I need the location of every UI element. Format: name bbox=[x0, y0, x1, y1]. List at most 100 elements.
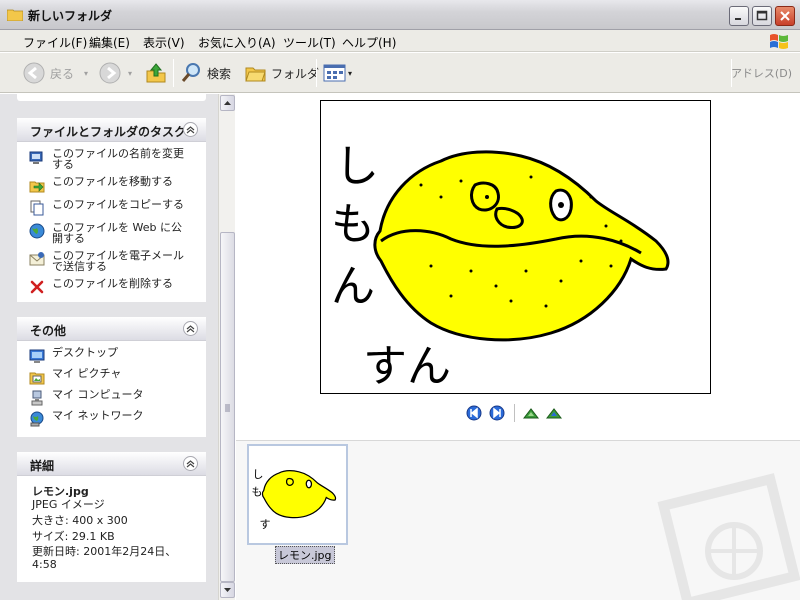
svg-text:も: も bbox=[251, 485, 262, 498]
place-desktop[interactable]: デスクトップ bbox=[29, 347, 206, 364]
windows-logo-icon bbox=[770, 34, 788, 49]
toolbar-separator bbox=[173, 59, 174, 87]
toolbar-separator bbox=[316, 59, 317, 87]
back-arrow-icon bbox=[23, 62, 45, 84]
details-header[interactable]: 詳細 bbox=[17, 452, 206, 476]
views-icon bbox=[323, 64, 346, 82]
close-button[interactable] bbox=[775, 6, 795, 26]
svg-text:し: し bbox=[252, 468, 263, 481]
web-publish-icon bbox=[29, 223, 45, 239]
task-email[interactable]: このファイルを電子メールで送信する bbox=[29, 250, 206, 272]
folders-icon bbox=[245, 67, 266, 82]
collapse-chevron-icon[interactable] bbox=[183, 456, 198, 471]
minimize-button[interactable] bbox=[729, 6, 749, 26]
file-tasks-header[interactable]: ファイルとフォルダのタスク bbox=[17, 118, 206, 142]
file-tasks-panel: ファイルとフォルダのタスク このファイルの名前を変更する このファイルを移動する… bbox=[17, 118, 206, 302]
previous-image-button[interactable] bbox=[466, 405, 482, 424]
up-folder-button[interactable] bbox=[144, 59, 168, 87]
panel-top-remnant bbox=[17, 94, 206, 101]
details-filesize: サイズ: 29.1 KB bbox=[32, 530, 115, 543]
file-tasks-title: ファイルとフォルダのタスク bbox=[30, 125, 187, 139]
lemon-drawing: し も ん す ん bbox=[331, 141, 670, 392]
search-label: 検索 bbox=[207, 66, 232, 81]
details-panel: 詳細 レモン.jpg JPEG イメージ 大きさ: 400 x 300 サイズ:… bbox=[17, 452, 206, 582]
details-dimensions: 大きさ: 400 x 300 bbox=[32, 514, 128, 527]
task-move[interactable]: このファイルを移動する bbox=[29, 176, 206, 193]
task-rename[interactable]: このファイルの名前を変更する bbox=[29, 148, 206, 170]
thumbnail-image: し も す bbox=[251, 468, 337, 531]
details-modified: 更新日時: 2001年2月24日、4:58 bbox=[32, 545, 177, 571]
drawn-text-4: す bbox=[363, 341, 407, 392]
email-icon bbox=[29, 252, 45, 266]
drawn-text-1: し bbox=[335, 141, 379, 192]
svg-text:す: す bbox=[259, 518, 270, 531]
menu-file[interactable]: ファイル(F) bbox=[23, 34, 87, 51]
search-button[interactable]: 検索 bbox=[180, 59, 231, 87]
rotate-counterclockwise-button[interactable] bbox=[545, 405, 563, 424]
delete-icon bbox=[30, 280, 44, 294]
back-label: 戻る bbox=[50, 66, 75, 81]
task-delete[interactable]: このファイルを削除する bbox=[29, 278, 206, 295]
thumbnail-lemon[interactable]: し も す bbox=[247, 444, 348, 545]
rename-icon bbox=[29, 151, 43, 164]
drawn-text-2: も bbox=[331, 199, 375, 250]
task-publish-web[interactable]: このファイルを Web に公開する bbox=[29, 222, 206, 244]
folder-icon bbox=[7, 9, 23, 21]
forward-arrow-icon bbox=[99, 62, 121, 84]
previous-image-icon bbox=[466, 405, 482, 421]
move-icon bbox=[29, 181, 45, 193]
scroll-down-button[interactable] bbox=[220, 582, 235, 598]
scroll-thumb[interactable] bbox=[220, 232, 235, 582]
folders-label: フォルダ bbox=[271, 66, 320, 81]
watermark-photo-icon bbox=[657, 473, 800, 600]
next-image-icon bbox=[489, 405, 505, 421]
maximize-button[interactable] bbox=[752, 6, 772, 26]
my-computer-icon bbox=[31, 390, 43, 406]
search-icon bbox=[181, 63, 200, 82]
menu-edit[interactable]: 編集(E) bbox=[89, 34, 130, 51]
control-separator bbox=[514, 404, 515, 422]
menu-bar: ファイル(F) 編集(E) 表示(V) お気に入り(A) ツール(T) ヘルプ(… bbox=[0, 30, 800, 52]
forward-dropdown-icon[interactable]: ▾ bbox=[128, 69, 132, 78]
details-type: JPEG イメージ bbox=[32, 498, 105, 511]
forward-button[interactable]: ▾ bbox=[98, 59, 132, 87]
address-bar-label[interactable]: アドレス(D) bbox=[731, 65, 792, 81]
toolbar: 戻る ▾ ▾ 検索 フォルダ ▾ アドレス(D) bbox=[0, 53, 800, 93]
menu-tools[interactable]: ツール(T) bbox=[283, 34, 336, 51]
details-title: 詳細 bbox=[30, 459, 55, 473]
grip-icon bbox=[225, 404, 230, 412]
next-image-button[interactable] bbox=[489, 405, 505, 424]
task-pane-scrollbar[interactable] bbox=[218, 94, 235, 600]
task-pane: ファイルとフォルダのタスク このファイルの名前を変更する このファイルを移動する… bbox=[0, 94, 218, 600]
my-network-icon bbox=[30, 411, 44, 427]
copy-icon bbox=[30, 200, 44, 216]
other-places-header[interactable]: その他 bbox=[17, 317, 206, 341]
views-dropdown-icon: ▾ bbox=[348, 68, 353, 78]
place-my-computer[interactable]: マイ コンピュータ bbox=[29, 389, 206, 406]
scroll-up-button[interactable] bbox=[220, 95, 235, 111]
menu-favorites[interactable]: お気に入り(A) bbox=[198, 34, 276, 51]
menu-help[interactable]: ヘルプ(H) bbox=[342, 34, 396, 51]
folders-button[interactable]: フォルダ bbox=[244, 59, 319, 87]
drawn-text-5: ん bbox=[407, 341, 451, 392]
place-my-pictures[interactable]: マイ ピクチャ bbox=[29, 368, 206, 385]
place-my-network[interactable]: マイ ネットワーク bbox=[29, 410, 206, 427]
window-title: 新しいフォルダ bbox=[28, 9, 113, 23]
filmstrip: し も す レモン.jpg bbox=[236, 440, 800, 600]
image-preview-area: し も ん す ん bbox=[236, 94, 800, 440]
views-button[interactable]: ▾ bbox=[323, 59, 352, 87]
up-folder-icon bbox=[146, 63, 166, 83]
thumbnail-filename[interactable]: レモン.jpg bbox=[275, 546, 335, 564]
preview-image: し も ん す ん bbox=[320, 100, 711, 394]
task-copy[interactable]: このファイルをコピーする bbox=[29, 199, 206, 216]
other-places-title: その他 bbox=[30, 324, 67, 338]
menu-view[interactable]: 表示(V) bbox=[143, 34, 185, 51]
title-bar: 新しいフォルダ bbox=[0, 0, 800, 30]
back-button[interactable]: 戻る ▾ bbox=[22, 59, 88, 87]
desktop-icon bbox=[29, 349, 45, 363]
collapse-chevron-icon[interactable] bbox=[183, 122, 198, 137]
back-dropdown-icon[interactable]: ▾ bbox=[84, 69, 88, 78]
collapse-chevron-icon[interactable] bbox=[183, 321, 198, 336]
rotate-clockwise-button[interactable] bbox=[522, 405, 540, 424]
rotate-counterclockwise-icon bbox=[545, 408, 563, 419]
